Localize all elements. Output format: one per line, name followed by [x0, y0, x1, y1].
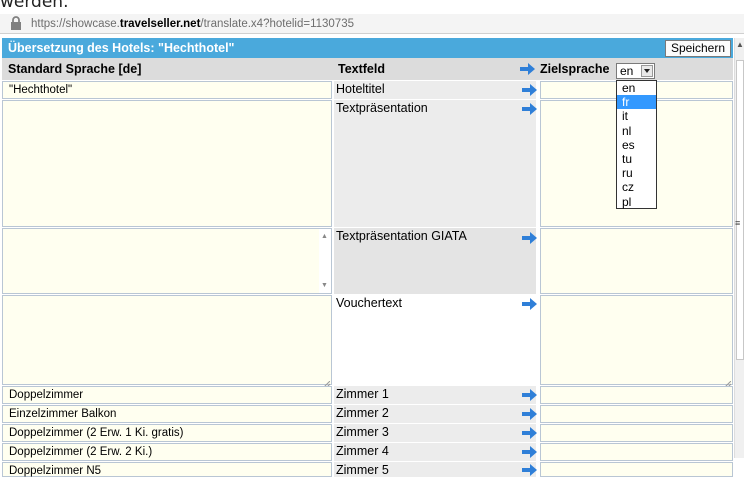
arrow-right-icon[interactable] — [522, 232, 538, 244]
scrollbar-thumb[interactable] — [736, 60, 744, 360]
target-input[interactable] — [540, 443, 733, 461]
save-button[interactable]: Speichern — [664, 39, 731, 57]
page-heading-fragment: werden. — [0, 0, 69, 12]
field-label: Zimmer 3 — [334, 424, 536, 442]
arrow-right-icon[interactable] — [522, 464, 538, 476]
scroll-up-icon[interactable]: ▲ — [736, 40, 744, 49]
language-option-fr[interactable]: fr — [617, 95, 656, 110]
selected-language: en — [620, 64, 634, 78]
target-language-select[interactable]: en — [616, 63, 655, 79]
source-cell: Doppelzimmer — [2, 386, 332, 404]
scroll-down-icon[interactable]: ▼ — [321, 282, 328, 289]
source-textarea — [2, 100, 332, 227]
resize-handle-icon[interactable] — [724, 376, 732, 388]
target-header-label: Zielsprache — [540, 62, 610, 76]
target-input[interactable] — [540, 424, 733, 442]
grip-icon: ≡ — [735, 218, 741, 228]
source-cell: Doppelzimmer (2 Erw. 2 Ki.) — [2, 443, 332, 461]
source-textarea — [2, 295, 332, 385]
field-label: Textpräsentation — [334, 100, 536, 227]
field-label: Zimmer 5 — [334, 462, 536, 477]
scroll-up-icon[interactable]: ▲ — [321, 233, 328, 240]
language-option-nl[interactable]: nl — [617, 124, 656, 138]
language-option-cz[interactable]: cz — [617, 180, 656, 194]
field-label: Vouchertext — [334, 295, 536, 385]
arrow-right-icon[interactable] — [522, 389, 538, 401]
language-option-it[interactable]: it — [617, 109, 656, 123]
arrow-right-icon[interactable] — [522, 446, 538, 458]
language-option-en[interactable]: en — [617, 81, 656, 95]
target-input[interactable] — [540, 462, 733, 477]
field-label: Zimmer 4 — [334, 443, 536, 461]
field-label: Zimmer 1 — [334, 386, 536, 404]
source-cell: Doppelzimmer N5 — [2, 462, 332, 477]
url-text: https://showcase.travelseller.net/transl… — [31, 17, 354, 30]
arrow-right-icon[interactable] — [522, 298, 538, 310]
address-bar[interactable]: https://showcase.travelseller.net/transl… — [0, 14, 744, 34]
column-header-field: Textfeld — [332, 58, 538, 80]
field-label: Zimmer 2 — [334, 405, 536, 423]
column-header-source: Standard Sprache [de] — [2, 58, 332, 80]
target-input[interactable] — [540, 386, 733, 404]
language-option-ru[interactable]: ru — [617, 166, 656, 180]
dialog-title: Übersetzung des Hotels: "Hechthotel" — [8, 41, 235, 55]
source-cell: "Hechthotel" — [2, 81, 332, 99]
target-textarea[interactable] — [540, 295, 733, 385]
arrow-right-icon[interactable] — [522, 103, 538, 115]
field-label: Textpräsentation GIATA — [334, 228, 536, 294]
textarea-scrollbar[interactable]: ▲ ▼ — [319, 229, 331, 293]
language-option-tu[interactable]: tu — [617, 152, 656, 166]
dialog-titlebar: Übersetzung des Hotels: "Hechthotel" Spe… — [2, 38, 733, 58]
language-option-es[interactable]: es — [617, 138, 656, 152]
target-textarea[interactable] — [540, 228, 733, 294]
resize-handle-icon[interactable] — [323, 376, 331, 388]
language-dropdown-list[interactable]: en fr it nl es tu ru cz pl — [616, 80, 657, 209]
field-label: Hoteltitel — [334, 81, 536, 99]
arrow-right-icon[interactable] — [522, 84, 538, 96]
source-cell: Einzelzimmer Balkon — [2, 405, 332, 423]
chevron-down-icon[interactable] — [641, 65, 653, 77]
arrow-right-icon[interactable] — [522, 408, 538, 420]
lock-icon — [10, 15, 26, 32]
target-input[interactable] — [540, 405, 733, 423]
page-scrollbar[interactable]: ▲ ≡ — [734, 38, 744, 458]
arrow-right-icon[interactable] — [522, 427, 538, 439]
arrow-right-icon — [520, 63, 536, 75]
language-option-pl[interactable]: pl — [617, 195, 656, 209]
source-cell: Doppelzimmer (2 Erw. 1 Ki. gratis) — [2, 424, 332, 442]
source-textarea — [2, 228, 332, 294]
